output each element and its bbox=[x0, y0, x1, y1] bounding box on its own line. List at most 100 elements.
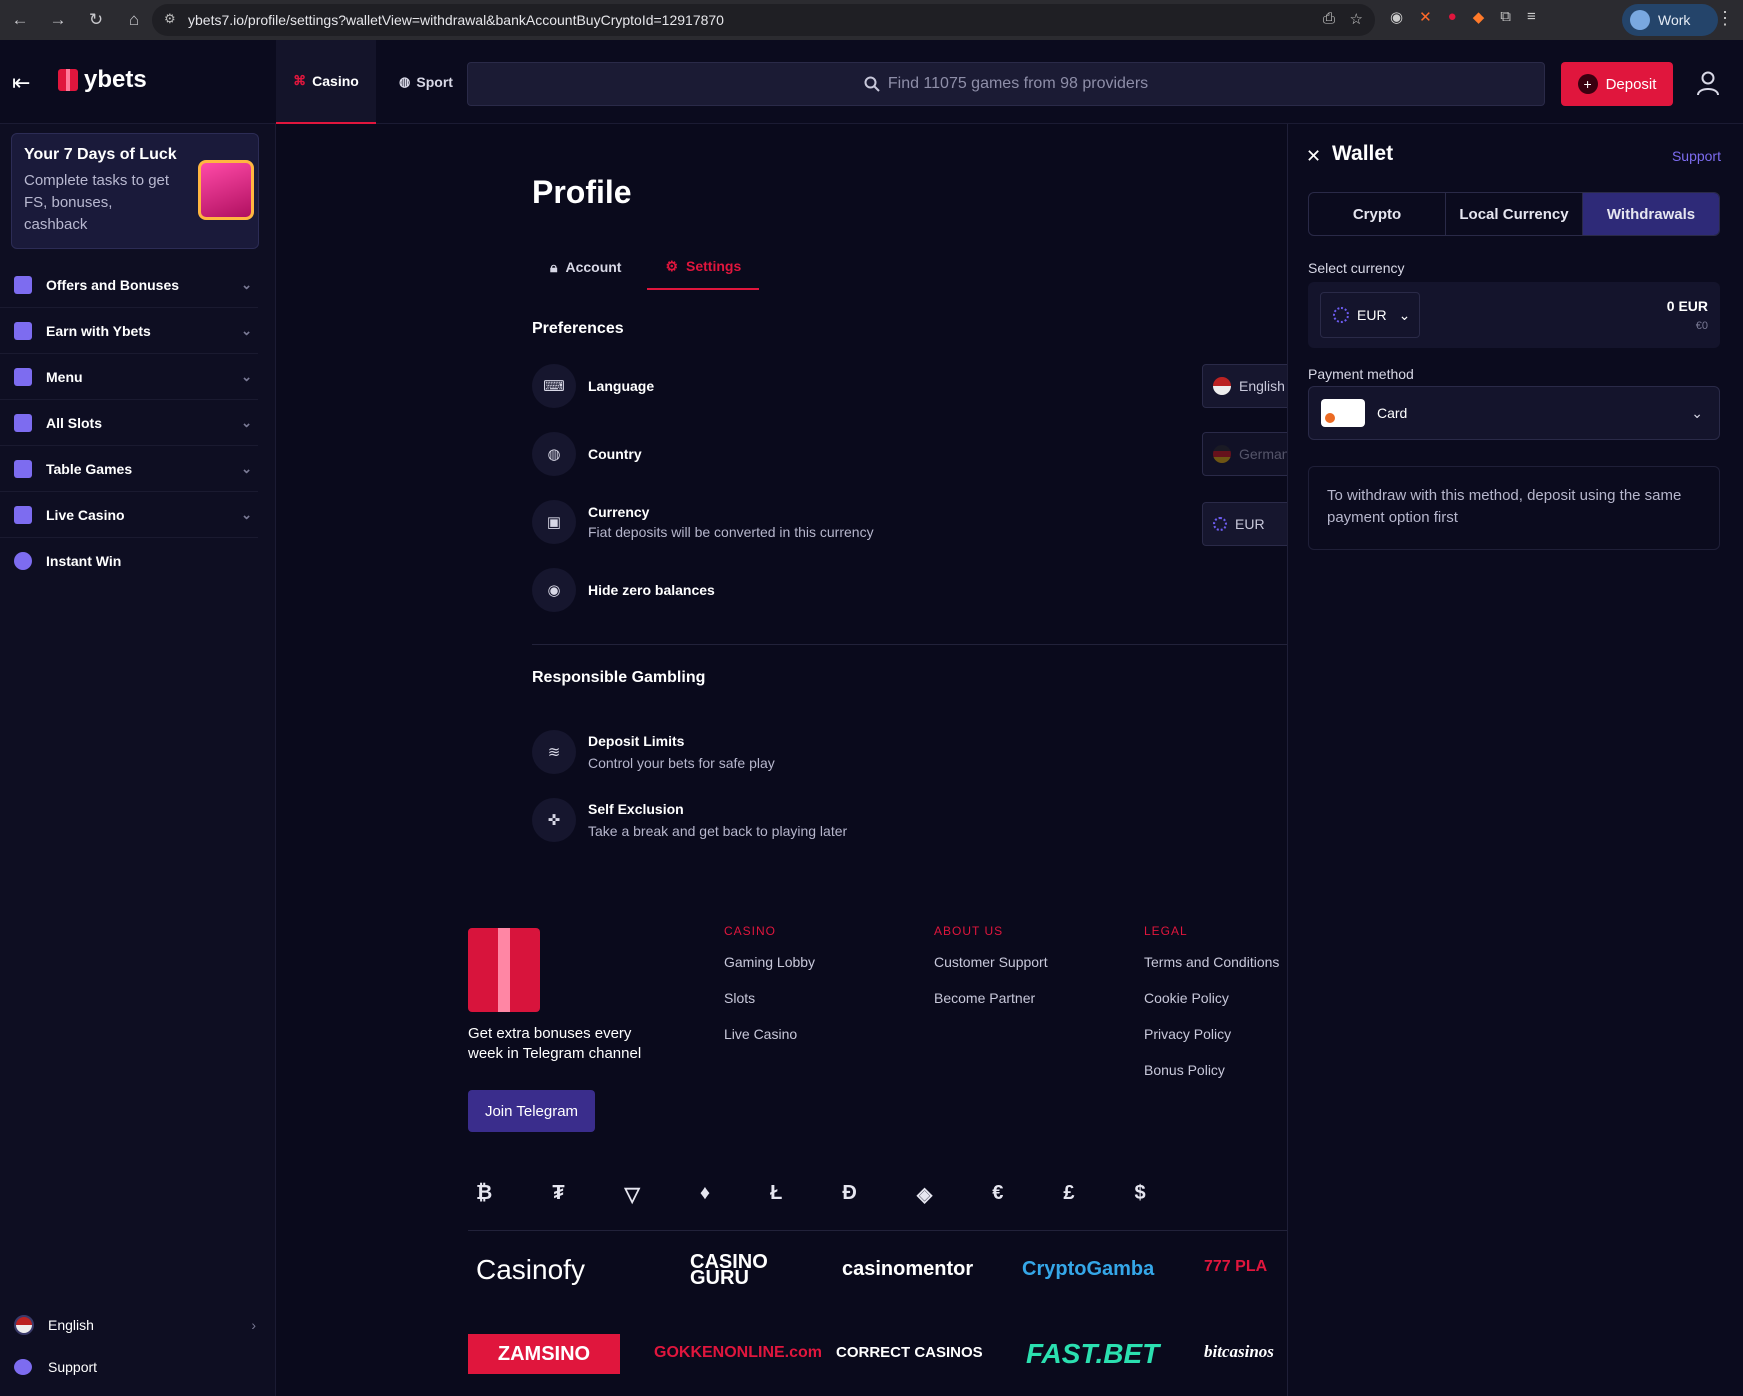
wallet-support-link[interactable]: Support bbox=[1672, 148, 1721, 164]
row-label: Deposit Limits bbox=[588, 733, 685, 749]
gamepad-icon: ✜ bbox=[532, 798, 576, 842]
de-flag-icon bbox=[1213, 445, 1231, 463]
hide-zero-row[interactable]: ◉ Hide zero balances bbox=[532, 568, 715, 612]
chevron-down-icon[interactable]: ⌄ bbox=[241, 277, 252, 293]
play-icon bbox=[14, 505, 32, 524]
kebab-menu-icon[interactable]: ⋮ bbox=[1716, 8, 1734, 29]
profile-chip[interactable]: Work bbox=[1622, 4, 1718, 36]
chevron-down-icon[interactable]: ⌄ bbox=[241, 369, 252, 385]
partner-logo[interactable]: FAST.BET bbox=[1026, 1338, 1159, 1370]
partner-logo[interactable]: ZAMSINO bbox=[468, 1334, 620, 1374]
close-icon[interactable]: ✕ bbox=[1306, 146, 1321, 167]
search-input[interactable]: Find 11075 games from 98 providers bbox=[467, 62, 1545, 106]
reload-icon[interactable]: ↻ bbox=[86, 10, 106, 30]
partner-logo[interactable]: GOKKENONLINE.com bbox=[654, 1344, 822, 1362]
footer-link[interactable]: Live Casino bbox=[724, 1026, 815, 1062]
extension-icon[interactable]: ◉ bbox=[1390, 8, 1403, 26]
footer-link[interactable]: Privacy Policy bbox=[1144, 1026, 1279, 1062]
partner-logo[interactable]: CORRECT CASINOS bbox=[836, 1344, 983, 1361]
sidebar-item-instant-win[interactable]: Instant Win bbox=[0, 538, 258, 584]
sidebar-item-offers[interactable]: Offers and Bonuses ⌄ bbox=[0, 262, 258, 308]
avatar bbox=[1630, 10, 1650, 30]
extensions-bar: ◉ ✕ ● ◆ ⧉ ≡ bbox=[1390, 8, 1536, 26]
footer-link[interactable]: Bonus Policy bbox=[1144, 1062, 1279, 1098]
footer-link[interactable]: Gaming Lobby bbox=[724, 954, 815, 990]
footer-link[interactable]: Slots bbox=[724, 990, 815, 1026]
chevron-down-icon[interactable]: ⌄ bbox=[241, 415, 252, 431]
user-icon[interactable] bbox=[1696, 70, 1720, 96]
extension-icon[interactable]: ● bbox=[1448, 8, 1457, 26]
logo[interactable]: ybets bbox=[58, 66, 147, 94]
puzzle-icon[interactable]: ⧉ bbox=[1500, 8, 1511, 26]
tab-label: Account bbox=[565, 259, 622, 275]
profile-label: Work bbox=[1658, 12, 1691, 28]
chevron-down-icon[interactable]: ⌄ bbox=[241, 323, 252, 339]
footer-heading: CASINO bbox=[724, 924, 777, 938]
litecoin-icon: Ł bbox=[770, 1182, 783, 1204]
visa-mastercard-icon bbox=[1321, 399, 1365, 427]
extension-icon[interactable]: ✕ bbox=[1419, 8, 1432, 26]
self-exclusion-row[interactable]: ✜ Self Exclusion Take a break and get bac… bbox=[532, 798, 847, 842]
partner-logo[interactable]: CASINO GURU bbox=[690, 1252, 768, 1288]
sidebar-item-menu[interactable]: Menu ⌄ bbox=[0, 354, 258, 400]
back-icon[interactable]: ← bbox=[10, 10, 30, 30]
tab-sport[interactable]: ◍ Sport bbox=[376, 40, 476, 124]
language-selector[interactable]: English › bbox=[0, 1304, 276, 1346]
search-placeholder: Find 11075 games from 98 providers bbox=[887, 75, 1149, 92]
partner-logo[interactable]: bitcasinos bbox=[1204, 1342, 1274, 1362]
tab-settings[interactable]: ⚙ Settings bbox=[647, 244, 760, 290]
tab-account[interactable]: 🔒︎ Account bbox=[532, 244, 639, 290]
extension-icon[interactable]: ◆ bbox=[1473, 8, 1485, 26]
media-icon[interactable]: ≡ bbox=[1527, 8, 1536, 26]
install-icon[interactable]: ⎙ bbox=[1323, 10, 1335, 27]
footer-link[interactable]: Customer Support bbox=[934, 954, 1048, 990]
pound-icon: £ bbox=[1063, 1182, 1075, 1204]
coins-icon: ≋ bbox=[532, 730, 576, 774]
sidebar-item-table-games[interactable]: Table Games ⌄ bbox=[0, 446, 258, 492]
join-telegram-button[interactable]: Join Telegram bbox=[468, 1090, 595, 1132]
footer-link[interactable]: Terms and Conditions bbox=[1144, 954, 1279, 990]
partner-logo[interactable]: 777 PLA bbox=[1204, 1258, 1267, 1276]
sidebar-item-label: Instant Win bbox=[46, 553, 122, 569]
sidebar-item-live-casino[interactable]: Live Casino ⌄ bbox=[0, 492, 258, 538]
bookmark-star-icon[interactable]: ☆ bbox=[1350, 10, 1363, 28]
language-select[interactable]: English bbox=[1202, 364, 1288, 408]
sidebar-item-all-slots[interactable]: All Slots ⌄ bbox=[0, 400, 258, 446]
eye-icon: ◉ bbox=[532, 568, 576, 612]
deposit-button[interactable]: + Deposit bbox=[1561, 62, 1673, 106]
responsible-heading: Responsible Gambling bbox=[532, 669, 706, 686]
tab-crypto[interactable]: Crypto bbox=[1309, 193, 1446, 235]
chevron-down-icon[interactable]: ⌄ bbox=[241, 461, 252, 477]
tab-withdrawals[interactable]: Withdrawals bbox=[1583, 193, 1719, 235]
currency-dropdown[interactable]: EUR ⌄ bbox=[1320, 292, 1420, 338]
footer-link[interactable]: Become Partner bbox=[934, 990, 1048, 1026]
home-icon[interactable]: ⌂ bbox=[124, 10, 144, 30]
partner-logo[interactable]: casinomentor bbox=[842, 1258, 973, 1281]
row-label: Language bbox=[588, 378, 655, 394]
chevron-down-icon[interactable]: ⌄ bbox=[241, 507, 252, 523]
currency-select[interactable]: EUR bbox=[1202, 502, 1288, 546]
tab-label: Settings bbox=[686, 258, 742, 274]
support-link[interactable]: Support bbox=[0, 1346, 276, 1388]
partner-logo[interactable]: Casinofy bbox=[476, 1254, 585, 1286]
footer-link[interactable]: Cookie Policy bbox=[1144, 990, 1279, 1026]
tab-local-currency[interactable]: Local Currency bbox=[1446, 193, 1583, 235]
grid-icon bbox=[14, 413, 32, 432]
deposit-label: Deposit bbox=[1605, 75, 1657, 93]
sidebar-item-label: Live Casino bbox=[46, 506, 125, 523]
tab-casino[interactable]: ⌘ Casino bbox=[276, 40, 376, 124]
currency-row: ▣ Currency Fiat deposits will be converte… bbox=[532, 500, 874, 544]
sidebar-item-earn[interactable]: Earn with Ybets ⌄ bbox=[0, 308, 258, 354]
chat-bubble-icon bbox=[14, 1359, 32, 1375]
page-title: Profile bbox=[532, 174, 632, 210]
promo-card[interactable]: Your 7 Days of Luck Complete tasks to ge… bbox=[11, 133, 259, 249]
payment-method-select[interactable]: Card ⌄ bbox=[1308, 386, 1720, 440]
sidebar-footer: English › Support bbox=[0, 1304, 276, 1388]
support-label: Support bbox=[48, 1359, 98, 1375]
deposit-limits-row[interactable]: ≋ Deposit Limits Control your bets for sa… bbox=[532, 730, 775, 774]
address-bar[interactable]: ⚙ ybets7.io/profile/settings?walletView=… bbox=[152, 4, 1375, 36]
forward-icon[interactable]: → bbox=[48, 10, 68, 30]
site-settings-icon[interactable]: ⚙ bbox=[164, 11, 176, 27]
collapse-sidebar-icon[interactable]: ⇤ bbox=[12, 70, 30, 96]
partner-logo[interactable]: CryptoGamba bbox=[1022, 1258, 1154, 1281]
